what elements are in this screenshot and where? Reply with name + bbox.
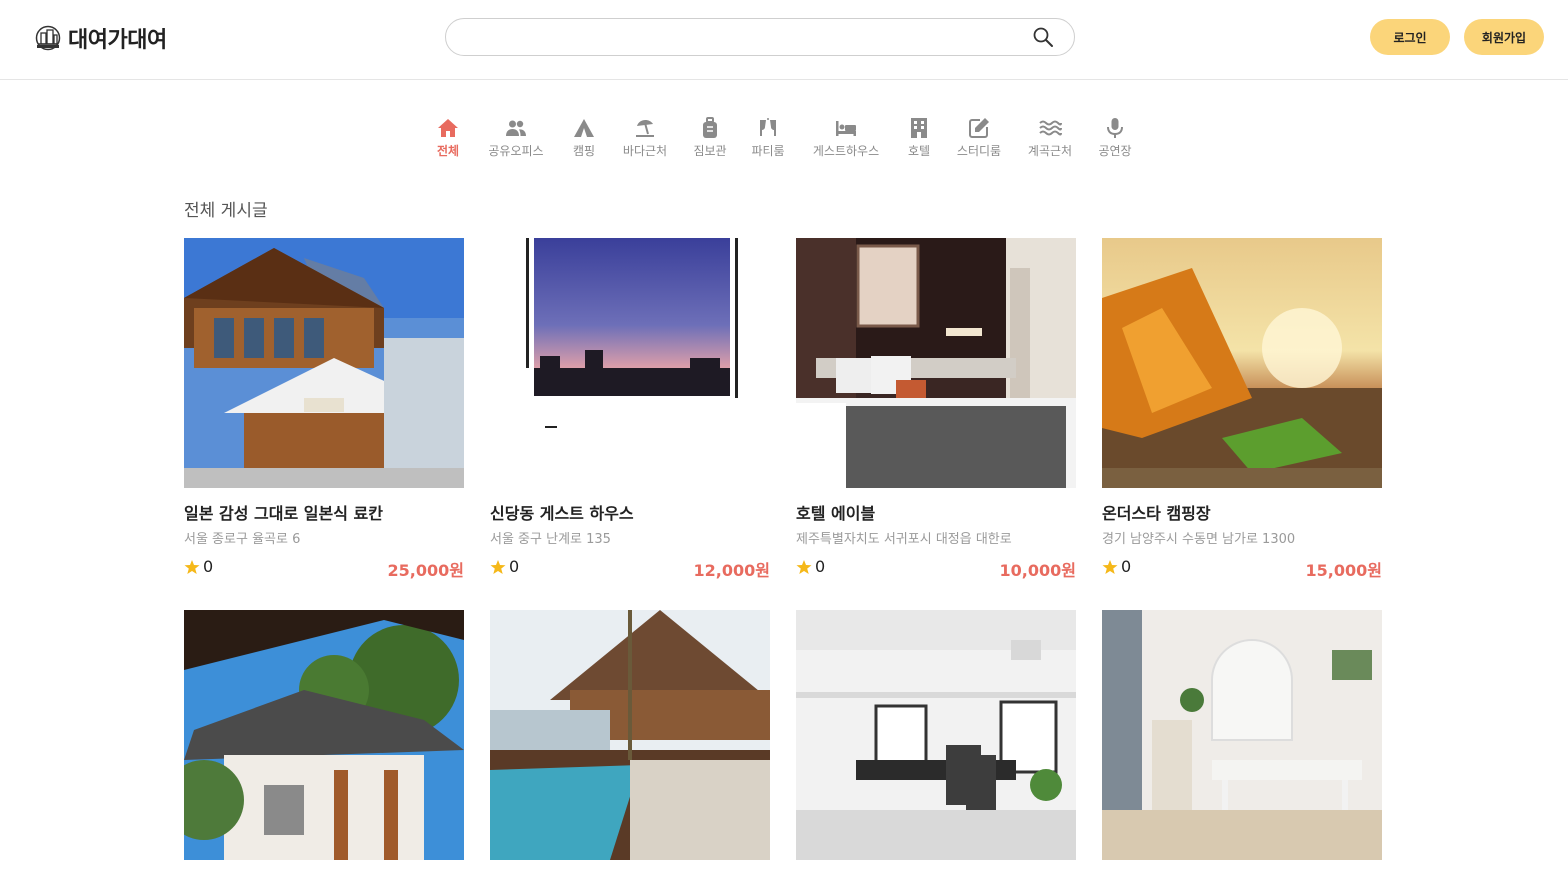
category-nav: 전체 공유오피스 캠핑 바다근처 짐보관 파티룸 게스트하우스 호텔 스터디룸 … bbox=[0, 116, 1568, 164]
listing-address: 제주특별자치도 서귀포시 대정읍 대한로 bbox=[796, 532, 1012, 547]
listing-address: 서울 종로구 율곡로 6 bbox=[184, 532, 301, 547]
listing-title[interactable]: 일본 감성 그대로 일본식 료칸 bbox=[184, 500, 464, 524]
category-party-room[interactable]: 파티룸 bbox=[723, 116, 813, 159]
listing-image-resort[interactable] bbox=[490, 610, 770, 860]
search-bar[interactable] bbox=[445, 18, 1075, 56]
bed-icon bbox=[836, 121, 856, 136]
listing-title[interactable]: 신당동 게스트 하우스 bbox=[490, 500, 770, 524]
signup-button[interactable]: 회원가입 bbox=[1464, 19, 1544, 55]
rating: 0 bbox=[1102, 557, 1131, 576]
listing-title[interactable]: 호텔 에이블 bbox=[796, 500, 1076, 524]
listing-price: 25,000원 bbox=[387, 561, 464, 580]
listing-price: 15,000원 bbox=[1305, 561, 1382, 580]
users-icon bbox=[506, 120, 526, 136]
rating: 0 bbox=[490, 557, 519, 576]
listing-image-guesthouse[interactable] bbox=[490, 238, 770, 488]
building-logo-icon bbox=[35, 25, 61, 51]
category-venue[interactable]: 공연장 bbox=[1070, 116, 1160, 159]
category-label: 호텔 bbox=[907, 144, 931, 158]
luggage-icon bbox=[703, 117, 717, 138]
listing-card[interactable] bbox=[184, 610, 464, 860]
umbrella-beach-icon bbox=[636, 120, 654, 137]
category-label: 공연장 bbox=[1098, 144, 1132, 158]
home-icon bbox=[438, 119, 458, 137]
edit-icon bbox=[969, 118, 989, 138]
listing-card[interactable]: 호텔 에이블 제주특별자치도 서귀포시 대정읍 대한로 0 10,000원 bbox=[796, 238, 1076, 580]
listing-image-camping[interactable] bbox=[1102, 238, 1382, 488]
logo-text: 대여가대여 bbox=[68, 28, 167, 53]
listing-card[interactable]: 온더스타 캠핑장 경기 남양주시 수동면 남가로 1300 0 15,000원 bbox=[1102, 238, 1382, 580]
listing-card[interactable]: 일본 감성 그대로 일본식 료칸 서울 종로구 율곡로 6 0 25,000원 bbox=[184, 238, 464, 580]
search-input[interactable] bbox=[462, 25, 1022, 49]
listing-title[interactable]: 온더스타 캠핑장 bbox=[1102, 500, 1382, 524]
party-icon bbox=[760, 118, 776, 136]
hotel-icon bbox=[911, 118, 927, 138]
category-label: 게스트하우스 bbox=[812, 144, 880, 158]
listing-price: 12,000원 bbox=[693, 561, 770, 580]
category-label: 짐보관 bbox=[693, 144, 727, 158]
category-label: 계곡근처 bbox=[1027, 144, 1073, 158]
listing-price: 10,000원 bbox=[999, 561, 1076, 580]
logo[interactable]: 대여가대여 bbox=[34, 22, 167, 54]
listing-address: 경기 남양주시 수동면 남가로 1300 bbox=[1102, 532, 1296, 547]
rating: 0 bbox=[184, 557, 213, 576]
listing-address: 서울 중구 난계로 135 bbox=[490, 532, 611, 547]
rating: 0 bbox=[796, 557, 825, 576]
rating-value: 0 bbox=[1121, 557, 1132, 576]
star-icon bbox=[796, 559, 812, 574]
listing-footer: 0 10,000원 bbox=[796, 557, 1076, 580]
listing-card[interactable] bbox=[796, 610, 1076, 860]
listing-card[interactable]: 신당동 게스트 하우스 서울 중구 난계로 135 0 12,000원 bbox=[490, 238, 770, 580]
star-icon bbox=[490, 559, 506, 574]
category-label: 캠핑 bbox=[572, 144, 596, 158]
rating-value: 0 bbox=[203, 557, 214, 576]
tent-icon bbox=[574, 119, 594, 137]
listing-image-hotel[interactable] bbox=[796, 238, 1076, 488]
star-icon bbox=[184, 559, 200, 574]
search-icon[interactable] bbox=[1032, 26, 1054, 48]
rating-value: 0 bbox=[815, 557, 826, 576]
login-button[interactable]: 로그인 bbox=[1370, 19, 1450, 55]
star-icon bbox=[1102, 559, 1118, 574]
rating-value: 0 bbox=[509, 557, 520, 576]
microphone-icon bbox=[1107, 118, 1123, 138]
listing-image-ryokan[interactable] bbox=[184, 238, 464, 488]
listing-card[interactable] bbox=[1102, 610, 1382, 860]
category-label: 파티룸 bbox=[751, 144, 785, 158]
listing-footer: 0 12,000원 bbox=[490, 557, 770, 580]
listing-image-hanok[interactable] bbox=[184, 610, 464, 860]
listing-footer: 0 25,000원 bbox=[184, 557, 464, 580]
water-icon bbox=[1039, 120, 1062, 136]
category-label: 공유오피스 bbox=[488, 144, 544, 158]
listing-image-dining[interactable] bbox=[1102, 610, 1382, 860]
listing-card[interactable] bbox=[490, 610, 770, 860]
listing-footer: 0 15,000원 bbox=[1102, 557, 1382, 580]
category-label: 스터디룸 bbox=[956, 144, 1002, 158]
header: 대여가대여 로그인 회원가입 bbox=[0, 0, 1568, 80]
category-label: 바다근처 bbox=[622, 144, 668, 158]
category-label: 전체 bbox=[436, 144, 460, 158]
listing-image-office[interactable] bbox=[796, 610, 1076, 860]
section-title: 전체 게시글 bbox=[184, 201, 268, 221]
